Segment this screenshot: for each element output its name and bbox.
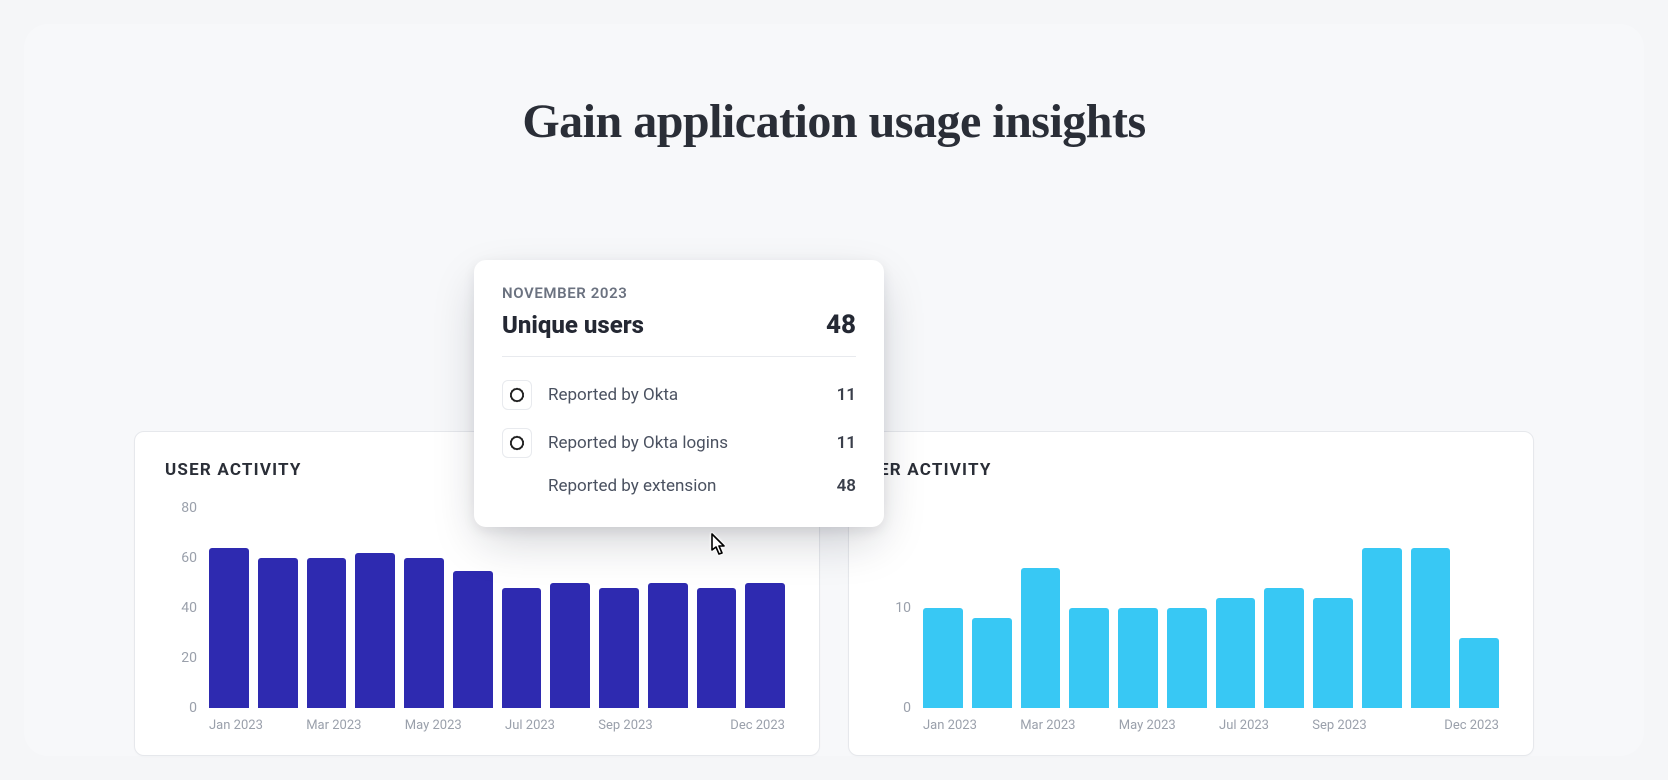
chart-title-right: ER ACTIVITY	[879, 460, 1503, 480]
bar[interactable]	[1313, 598, 1353, 708]
bar[interactable]	[923, 608, 963, 708]
bar[interactable]	[1411, 548, 1451, 708]
bar[interactable]	[1362, 548, 1402, 708]
bar[interactable]	[1459, 638, 1499, 708]
bar[interactable]	[1167, 608, 1207, 708]
tooltip-row-value: 11	[837, 433, 856, 453]
y-tick: 80	[181, 500, 197, 516]
y-tick: 40	[181, 600, 197, 616]
x-tick: Sep 2023	[1312, 718, 1366, 733]
bar[interactable]	[258, 558, 298, 708]
tooltip-row-label: Reported by Okta	[548, 385, 837, 405]
tooltip-month: NOVEMBER 2023	[502, 284, 856, 302]
okta-icon	[502, 428, 532, 458]
bar[interactable]	[550, 583, 590, 708]
y-tick: 0	[189, 700, 197, 716]
tooltip-row-value: 11	[837, 385, 856, 405]
tooltip-row: Reported by Okta11	[502, 371, 856, 419]
bar[interactable]	[453, 571, 493, 709]
x-tick: Jan 2023	[923, 718, 977, 733]
x-tick: Sep 2023	[598, 718, 652, 733]
y-tick: 60	[181, 550, 197, 566]
chart-tooltip: NOVEMBER 2023 Unique users 48 Reported b…	[474, 260, 884, 527]
bar[interactable]	[599, 588, 639, 708]
x-tick: Mar 2023	[1020, 718, 1075, 733]
x-tick: Jul 2023	[505, 718, 555, 733]
bar[interactable]	[697, 588, 737, 708]
x-tick: May 2023	[405, 718, 462, 733]
tooltip-title: Unique users	[502, 311, 644, 339]
x-tick: Dec 2023	[730, 718, 785, 733]
bar[interactable]	[355, 553, 395, 708]
chart-left[interactable]: 020406080	[165, 508, 789, 708]
chart-card-right: ER ACTIVITY 010 Jan 2023.Mar 2023.May 20…	[848, 431, 1534, 756]
x-tick: May 2023	[1119, 718, 1176, 733]
y-tick: 0	[903, 700, 911, 716]
bar[interactable]	[745, 583, 785, 708]
y-tick: 20	[181, 650, 197, 666]
page-headline: Gain application usage insights	[24, 94, 1644, 149]
tooltip-row-value: 48	[837, 476, 856, 496]
bar[interactable]	[1118, 608, 1158, 708]
tooltip-row: Reported by Okta logins11	[502, 419, 856, 467]
x-tick: Dec 2023	[1444, 718, 1499, 733]
bar[interactable]	[1069, 608, 1109, 708]
tooltip-row-label: Reported by extension	[548, 476, 837, 496]
bar[interactable]	[1216, 598, 1256, 708]
x-tick: Jul 2023	[1219, 718, 1269, 733]
tooltip-value: 48	[826, 310, 856, 340]
bar[interactable]	[307, 558, 347, 708]
x-tick: Mar 2023	[306, 718, 361, 733]
bar[interactable]	[404, 558, 444, 708]
bar[interactable]	[648, 583, 688, 708]
okta-icon	[502, 380, 532, 410]
y-tick: 10	[895, 600, 911, 616]
bar[interactable]	[502, 588, 542, 708]
pointer-cursor-icon	[704, 532, 730, 564]
bar[interactable]	[1264, 588, 1304, 708]
tooltip-row: Reported by extension48	[502, 467, 856, 505]
x-tick: Jan 2023	[209, 718, 263, 733]
bar[interactable]	[209, 548, 249, 708]
tooltip-row-label: Reported by Okta logins	[548, 433, 837, 453]
bar[interactable]	[1021, 568, 1061, 708]
chart-right[interactable]: 010	[879, 508, 1503, 708]
bar[interactable]	[972, 618, 1012, 708]
